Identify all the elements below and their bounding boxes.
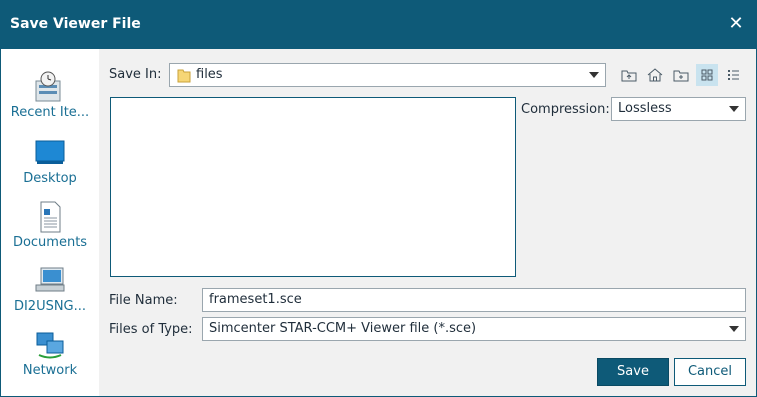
sidebar-item-label: Recent Ite... [10, 105, 90, 120]
sidebar-item-label: DI2USNG... [13, 299, 87, 314]
compression-dropdown[interactable]: Lossless [611, 97, 746, 121]
chevron-down-icon [589, 72, 599, 78]
chevron-down-icon [729, 106, 739, 112]
file-name-value: frameset1.sce [209, 292, 302, 307]
close-icon[interactable]: ✕ [726, 14, 746, 34]
sidebar-item-recent[interactable]: Recent Ite... [1, 71, 99, 120]
up-folder-button[interactable] [618, 64, 640, 86]
file-name-label: File Name: [109, 293, 178, 308]
save-button[interactable]: Save [597, 358, 669, 386]
folder-icon [177, 69, 191, 83]
sidebar-item-label: Network [22, 363, 78, 378]
file-type-dropdown[interactable]: Simcenter STAR-CCM+ Viewer file (*.sce) [202, 317, 746, 341]
home-button[interactable] [644, 64, 666, 86]
save-in-value: files [196, 67, 223, 82]
home-icon [647, 68, 663, 82]
compression-value: Lossless [618, 101, 672, 116]
places-sidebar: Recent Ite... Desktop Documents DI2USNG.… [1, 49, 99, 396]
sidebar-item-label: Desktop [23, 171, 77, 186]
file-type-value: Simcenter STAR-CCM+ Viewer file (*.sce) [209, 321, 477, 336]
compression-label: Compression: [521, 102, 610, 117]
cancel-button[interactable]: Cancel [674, 358, 746, 386]
list-view-icon [728, 70, 739, 80]
save-viewer-file-dialog: Save Viewer File ✕ Recent Ite... Desktop [0, 0, 757, 397]
file-list-area[interactable] [110, 97, 516, 277]
sidebar-item-network[interactable]: Network [1, 329, 99, 378]
network-icon [36, 332, 64, 359]
new-folder-icon [673, 70, 689, 82]
file-name-field[interactable]: frameset1.sce [202, 288, 746, 312]
sidebar-item-desktop[interactable]: Desktop [1, 137, 99, 186]
recent-items-icon [35, 71, 61, 102]
desktop-icon [35, 140, 65, 164]
title-bar: Save Viewer File ✕ [1, 1, 756, 49]
grid-view-button[interactable] [696, 64, 718, 86]
dialog-title: Save Viewer File [10, 16, 141, 32]
save-in-dropdown[interactable]: files [169, 63, 606, 87]
sidebar-item-label: Documents [12, 235, 88, 250]
new-folder-button[interactable] [670, 64, 692, 86]
grid-view-icon [701, 69, 713, 81]
computer-icon [35, 267, 65, 292]
save-in-label: Save In: [109, 67, 162, 82]
chevron-down-icon [729, 326, 739, 332]
up-folder-icon [621, 70, 637, 82]
sidebar-item-computer[interactable]: DI2USNG... [1, 265, 99, 314]
list-view-button[interactable] [722, 64, 744, 86]
sidebar-item-documents[interactable]: Documents [1, 201, 99, 250]
documents-icon [40, 201, 61, 233]
file-type-label: Files of Type: [109, 322, 193, 337]
